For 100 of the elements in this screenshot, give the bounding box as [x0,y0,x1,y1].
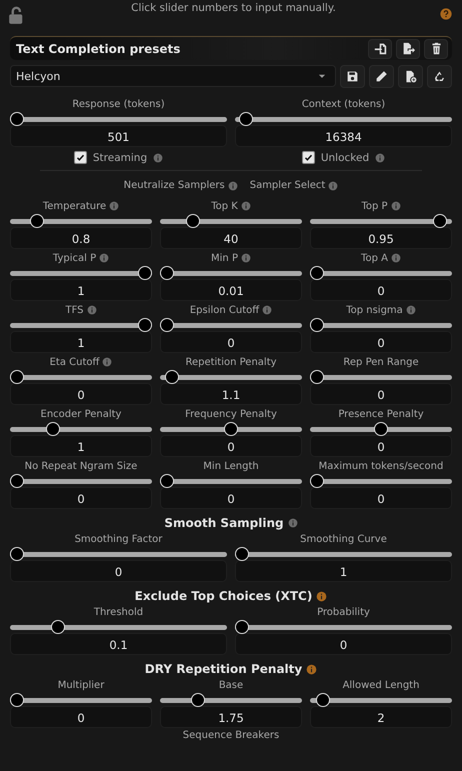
slider-thumb[interactable] [50,620,65,634]
info-icon [228,180,238,190]
slider-thumb[interactable] [432,214,447,228]
trash-button[interactable] [424,38,448,58]
slider-thumb[interactable] [138,266,152,280]
slider-label: Min Length [203,460,259,472]
value-field[interactable]: 0.01 [160,279,302,301]
slider-thumb[interactable] [10,547,24,561]
slider-thumb[interactable] [160,266,174,280]
trash-icon [430,42,442,55]
slider-label: Smoothing Curve [300,534,387,544]
slider-thumb[interactable] [10,370,24,384]
slider-thumb[interactable] [186,214,200,228]
slider-label: Encoder Penalty [40,408,122,420]
value-field[interactable]: 0 [160,435,302,457]
slider-thumb[interactable] [10,474,24,488]
slider-label: Context (tokens) [302,98,386,110]
value-field[interactable]: 0.8 [10,227,152,249]
slider-label: Allowed Length [342,680,420,690]
sampler-button[interactable]: Neutralize Samplers [124,180,225,191]
check-icon [76,153,85,162]
hint-text: Click slider numbers to input manually. [131,2,336,14]
slider-label: Sequence Breakers [182,730,280,741]
slider-thumb[interactable] [46,422,60,436]
slider-thumb[interactable] [374,422,388,436]
value-field[interactable]: 0 [235,633,452,655]
slider-thumb[interactable] [190,693,205,707]
slider-thumb[interactable] [310,318,324,332]
value-field[interactable]: 40 [160,227,302,249]
slider-thumb[interactable] [138,318,152,332]
slider-label: Epsilon Cutoff [190,304,260,316]
save-icon [346,70,359,82]
value-field[interactable]: 0 [310,487,452,509]
slider-thumb[interactable] [160,474,174,488]
slider-label: Repetition Penalty [185,356,277,368]
slider-thumb[interactable] [30,214,44,228]
file-add-button[interactable] [398,64,423,88]
section-title: Smooth Sampling [164,516,284,530]
preset-dropdown[interactable]: Helcyon [10,65,336,87]
slider-thumb[interactable] [235,547,249,561]
recycle-button[interactable] [427,64,452,88]
checkbox-label: Streaming [92,152,148,164]
slider-label: No Repeat Ngram Size [24,460,138,472]
value-field[interactable]: 1.75 [160,706,302,728]
slider-label: Top nsigma [346,304,403,316]
check-icon [304,153,313,162]
value-field[interactable]: 1.1 [160,383,302,405]
import-file-button[interactable] [368,38,392,58]
slider-label: TFS [65,304,84,316]
value-field[interactable]: 0 [310,435,452,457]
help-icon[interactable] [440,8,452,20]
slider-thumb[interactable] [235,620,249,634]
slider-thumb[interactable] [10,693,24,707]
value-field[interactable]: 16384 [235,125,452,147]
save-button[interactable] [340,64,365,88]
value-field[interactable]: 1 [10,331,152,353]
slider-label: Top K [211,200,238,212]
value-field[interactable]: 0 [160,487,302,509]
import-file-icon [374,42,386,55]
slider-label: Frequency Penalty [185,408,277,420]
value-field[interactable]: 0 [10,487,152,509]
value-field[interactable]: 1 [10,279,152,301]
slider-thumb[interactable] [160,318,174,332]
value-field[interactable]: 501 [10,125,227,147]
info-icon [328,180,338,190]
slider-thumb[interactable] [310,266,324,280]
value-field[interactable]: 2 [310,706,452,728]
value-field[interactable]: 0 [10,706,152,728]
value-field[interactable]: 0 [310,279,452,301]
checkbox[interactable] [74,151,87,164]
value-field[interactable]: 0 [160,331,302,353]
slider-thumb[interactable] [224,422,238,436]
recycle-icon [433,70,446,82]
section-title: DRY Repetition Penalty [144,662,302,676]
value-field[interactable]: 0 [310,331,452,353]
slider-label: Eta Cutoff [50,356,100,368]
slider-label: Smoothing Factor [74,534,162,544]
slider-thumb[interactable] [165,370,180,384]
info-icon [153,152,164,162]
value-field[interactable]: 0 [10,383,152,405]
value-field[interactable]: 0 [310,383,452,405]
sampler-button[interactable]: Sampler Select [250,180,326,191]
slider-thumb[interactable] [310,474,324,488]
pencil-icon [375,70,388,82]
slider-label: Top A [361,252,388,264]
value-field[interactable]: 1 [235,560,452,582]
slider-label: Response (tokens) [72,98,165,110]
export-file-button[interactable] [396,38,420,58]
slider-thumb[interactable] [316,693,330,707]
pencil-button[interactable] [369,64,394,88]
value-field[interactable]: 0.1 [10,633,227,655]
value-field[interactable]: 0.95 [310,227,452,249]
slider-label: Min P [211,252,238,264]
checkbox[interactable] [302,151,315,164]
slider-thumb[interactable] [239,112,254,126]
value-field[interactable]: 0 [10,560,227,582]
export-file-icon [402,42,414,55]
slider-thumb[interactable] [10,112,24,126]
value-field[interactable]: 1 [10,435,152,457]
slider-thumb[interactable] [310,370,324,384]
